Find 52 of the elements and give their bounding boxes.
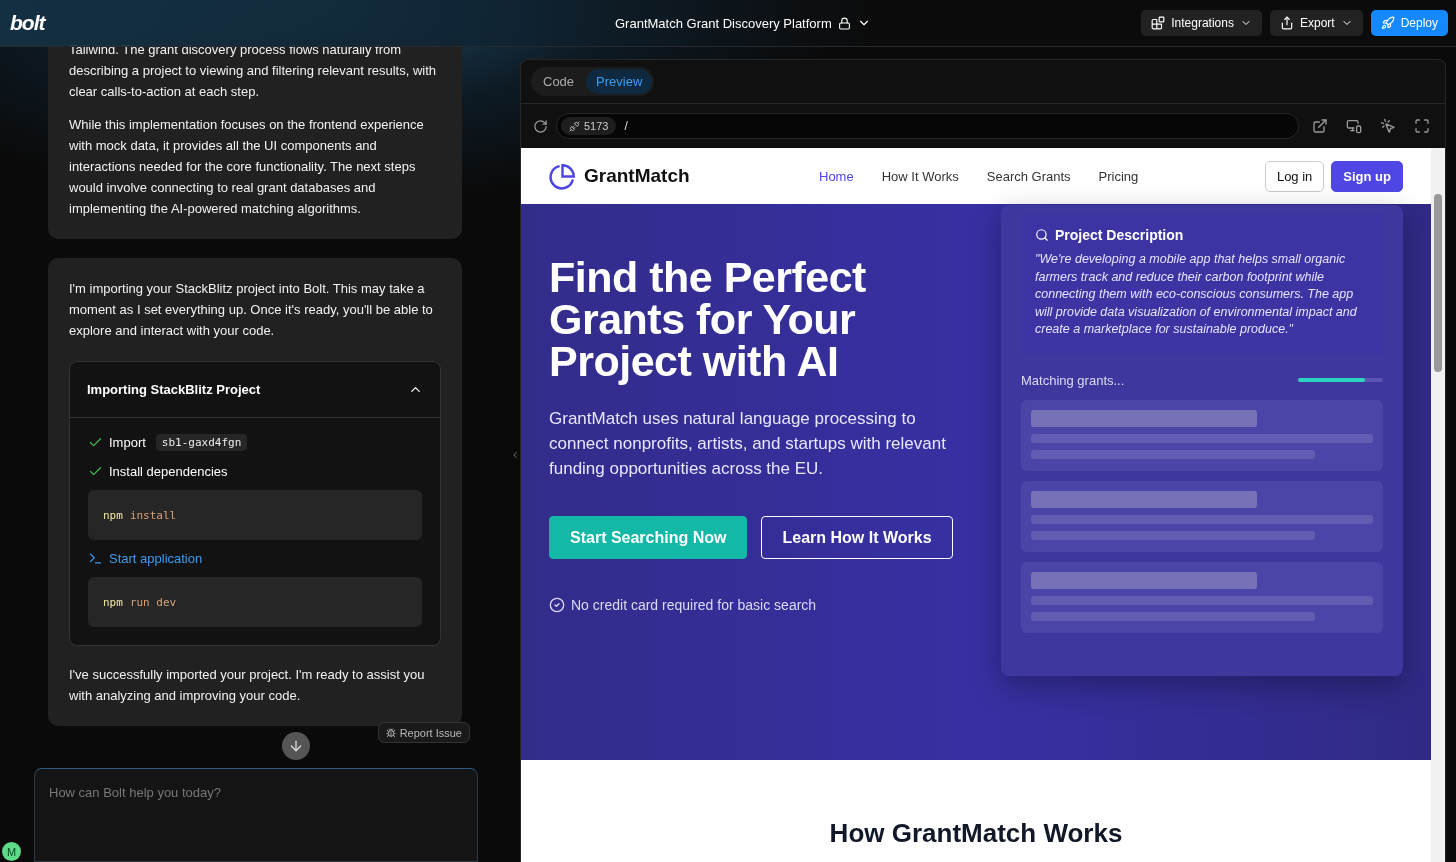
command-args: run dev xyxy=(129,595,177,609)
cta-button[interactable]: Learn How It Works xyxy=(761,516,953,559)
step-label: Import xyxy=(109,434,146,452)
unplug-icon xyxy=(569,120,580,132)
hero-subtitle: GrantMatch uses natural language processing to connect nonprofits, artists, and startups with relevant funding opportunities across the EU. xyxy=(549,408,947,480)
lock-icon xyxy=(837,16,851,30)
nav-link[interactable]: Home xyxy=(819,168,854,184)
message-text: I'm importing your StackBlitz project into Bolt. This may take a moment as I set everything up. Once it's ready, you'll be able to explore and interact with your code. xyxy=(69,280,434,340)
command-args: install xyxy=(129,508,177,522)
brand-name[interactable]: GrantMatch xyxy=(584,165,690,187)
chat-input[interactable]: How can Bolt help you today? xyxy=(34,768,478,862)
project-id: sb1-gaxd4fgn xyxy=(155,434,248,451)
nav-link[interactable]: Search Grants xyxy=(986,168,1071,184)
message-text: While this implementation focuses on the frontend experience with mock data, it provides all the UI components and interactions needed for the core functionality. The next steps would involve connecting to real grant databases and implementing the AI-powered matching algorithms. xyxy=(69,116,425,218)
nav-link[interactable]: Pricing xyxy=(1098,168,1139,184)
pie-chart-icon xyxy=(549,162,576,190)
port-badge: 5173 xyxy=(561,117,617,135)
report-issue-button[interactable]: Report Issue xyxy=(377,722,470,743)
signup-button[interactable]: Sign up xyxy=(1331,160,1403,192)
address-bar[interactable]: 5173 / xyxy=(556,113,1299,139)
reload-icon[interactable] xyxy=(533,118,548,134)
project-title[interactable]: GrantMatch Grant Discovery Platform xyxy=(615,15,832,31)
logo: bolt xyxy=(10,11,47,35)
step-label: Install dependencies xyxy=(109,463,228,481)
note-text: No credit card required for basic search xyxy=(571,597,817,613)
search-icon xyxy=(1035,228,1049,242)
nav-link[interactable]: How It Works xyxy=(881,168,959,184)
project-quote: "We're developing a mobile app that helps small organic farmers track and reduce their carbon footprint while connecting them with eco-conscious consumers. The app will provide data visualization of environmental impact and create a marketplace for sustainable produce." xyxy=(1035,251,1358,339)
menu-button[interactable]: Integrations xyxy=(1141,10,1262,36)
url-path: / xyxy=(624,119,628,133)
step-label: Start application xyxy=(109,550,203,568)
section-heading: How GrantMatch Works xyxy=(829,818,1123,850)
share-icon xyxy=(1279,16,1294,30)
scroll-down-button[interactable] xyxy=(282,732,310,760)
rocket-icon xyxy=(1380,16,1395,30)
blocks-icon xyxy=(1151,16,1166,30)
view-tab[interactable]: Preview xyxy=(586,69,653,94)
status-text: Matching grants... xyxy=(1021,372,1125,388)
menu-button[interactable]: Export xyxy=(1269,10,1363,36)
check-circle-icon xyxy=(549,597,565,613)
command-program: npm xyxy=(103,508,123,522)
login-button[interactable]: Log in xyxy=(1264,160,1325,192)
message-text: I've successfully imported your project. I'm ready to assist you with analyzing and improving your code. xyxy=(69,666,426,705)
bug-icon xyxy=(385,727,396,738)
deploy-button[interactable]: Deploy xyxy=(1370,10,1448,36)
scrollbar-thumb[interactable] xyxy=(1434,194,1442,372)
command-program: npm xyxy=(103,595,123,609)
view-tab[interactable]: Code xyxy=(533,69,585,94)
message-text: Tailwind. The grant discovery process flows naturally from describing a project to viewing and filtering relevant results, with clear calls-to-action at each step. xyxy=(69,41,438,101)
artifact-header[interactable]: Importing StackBlitz Project xyxy=(70,362,440,418)
card-heading: Project Description xyxy=(1055,227,1184,243)
user-avatar[interactable]: M xyxy=(2,842,21,861)
